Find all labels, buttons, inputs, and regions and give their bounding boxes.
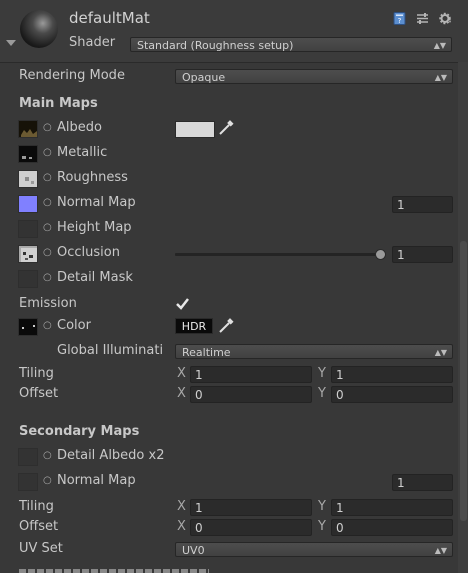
roughness-label: Roughness bbox=[57, 170, 128, 185]
occlusion-texture-slot[interactable] bbox=[18, 245, 38, 263]
material-header: defaultMat Shader Standard (Roughness se… bbox=[0, 0, 468, 63]
occlusion-texture-preview bbox=[21, 248, 37, 262]
metallic-texture-preview bbox=[22, 156, 32, 159]
secondary-tiling-x-label: X bbox=[177, 499, 186, 514]
secondary-normal-map-texture-slot[interactable] bbox=[18, 473, 38, 491]
shader-dropdown-value: Standard (Roughness setup) bbox=[137, 39, 294, 52]
rendering-mode-dropdown[interactable]: Opaque ▲▼ bbox=[175, 69, 453, 84]
emission-texture-slot[interactable] bbox=[18, 318, 38, 336]
rendering-mode-value: Opaque bbox=[182, 71, 226, 84]
global-illumination-value: Realtime bbox=[182, 346, 231, 359]
secondary-normal-map-label: Normal Map bbox=[57, 473, 136, 488]
normal-map-texture-slot[interactable] bbox=[18, 195, 38, 213]
main-tiling-label: Tiling bbox=[19, 366, 54, 381]
emission-picker-icon[interactable]: ○ bbox=[43, 320, 52, 331]
roughness-picker-icon[interactable]: ○ bbox=[43, 172, 52, 183]
help-book-icon[interactable]: ? bbox=[393, 12, 406, 25]
main-tiling-x-label: X bbox=[177, 366, 186, 381]
secondary-tiling-x-field[interactable]: 1 bbox=[190, 499, 312, 516]
secondary-tiling-y-field[interactable]: 1 bbox=[331, 499, 453, 516]
detail-mask-texture-slot[interactable] bbox=[18, 270, 38, 288]
eyedropper-icon[interactable] bbox=[218, 318, 234, 334]
dropdown-arrows-icon: ▲▼ bbox=[433, 41, 446, 50]
secondary-offset-x-label: X bbox=[177, 519, 186, 534]
albedo-texture-slot[interactable] bbox=[18, 120, 38, 138]
detail-mask-picker-icon[interactable]: ○ bbox=[43, 272, 52, 283]
secondary-tiling-y-label: Y bbox=[318, 499, 326, 514]
detail-mask-label: Detail Mask bbox=[57, 270, 133, 285]
secondary-offset-x-field[interactable]: 0 bbox=[190, 519, 312, 536]
gear-icon[interactable] bbox=[439, 12, 452, 25]
normal-map-label: Normal Map bbox=[57, 195, 136, 210]
occlusion-slider-handle[interactable] bbox=[375, 249, 386, 260]
detail-albedo-label: Detail Albedo x2 bbox=[57, 448, 165, 463]
secondary-maps-heading: Secondary Maps bbox=[19, 424, 140, 439]
emission-color-label: Color bbox=[57, 318, 91, 333]
metallic-label: Metallic bbox=[57, 145, 108, 160]
emission-hdr-color-swatch[interactable]: HDR bbox=[175, 318, 213, 334]
dropdown-arrows-icon: ▲▼ bbox=[434, 348, 447, 357]
shader-dropdown[interactable]: Standard (Roughness setup) ▲▼ bbox=[130, 37, 452, 52]
main-offset-x-label: X bbox=[177, 386, 186, 401]
dropdown-arrows-icon: ▲▼ bbox=[434, 546, 447, 555]
shader-label: Shader bbox=[69, 35, 116, 50]
uv-set-value: UV0 bbox=[182, 544, 205, 557]
secondary-normal-map-strength-field[interactable]: 1 bbox=[392, 474, 453, 491]
material-name: defaultMat bbox=[69, 9, 150, 27]
main-offset-y-field[interactable]: 0 bbox=[331, 386, 453, 403]
presets-icon[interactable] bbox=[416, 12, 429, 25]
albedo-picker-icon[interactable]: ○ bbox=[43, 122, 52, 133]
occlusion-slider-track[interactable] bbox=[175, 253, 383, 256]
main-tiling-y-label: Y bbox=[318, 366, 326, 381]
occlusion-picker-icon[interactable]: ○ bbox=[43, 247, 52, 258]
main-tiling-x-field[interactable]: 1 bbox=[190, 366, 312, 383]
metallic-texture-slot[interactable] bbox=[18, 145, 38, 163]
main-offset-label: Offset bbox=[19, 386, 59, 401]
rendering-mode-label: Rendering Mode bbox=[19, 68, 125, 83]
roughness-texture-preview bbox=[25, 177, 34, 184]
secondary-offset-y-field[interactable]: 0 bbox=[331, 519, 453, 536]
eyedropper-icon[interactable] bbox=[218, 120, 234, 136]
svg-text:?: ? bbox=[398, 17, 402, 25]
secondary-tiling-label: Tiling bbox=[19, 499, 54, 514]
detail-albedo-texture-slot[interactable] bbox=[18, 448, 38, 466]
main-maps-heading: Main Maps bbox=[19, 96, 98, 111]
normal-map-picker-icon[interactable]: ○ bbox=[43, 197, 52, 208]
checkmark-icon bbox=[176, 298, 189, 310]
scrollbar-thumb[interactable] bbox=[460, 241, 467, 521]
detail-albedo-picker-icon[interactable]: ○ bbox=[43, 450, 52, 461]
global-illumination-dropdown[interactable]: Realtime ▲▼ bbox=[175, 344, 453, 359]
uv-set-label: UV Set bbox=[19, 541, 63, 556]
normal-map-strength-field[interactable]: 1 bbox=[392, 196, 453, 213]
main-offset-x-field[interactable]: 0 bbox=[190, 386, 312, 403]
secondary-offset-y-label: Y bbox=[318, 519, 326, 534]
albedo-label: Albedo bbox=[57, 120, 102, 135]
foldout-arrow-icon[interactable] bbox=[6, 40, 16, 46]
metallic-picker-icon[interactable]: ○ bbox=[43, 147, 52, 158]
next-section-heading-partial bbox=[19, 566, 219, 573]
secondary-offset-label: Offset bbox=[19, 519, 59, 534]
height-map-label: Height Map bbox=[57, 220, 132, 235]
albedo-color-swatch[interactable] bbox=[175, 121, 215, 138]
dropdown-arrows-icon: ▲▼ bbox=[434, 73, 447, 82]
occlusion-strength-field[interactable]: 1 bbox=[392, 246, 453, 263]
occlusion-label: Occlusion bbox=[57, 245, 120, 260]
main-offset-y-label: Y bbox=[318, 386, 326, 401]
emission-texture-preview bbox=[22, 325, 35, 329]
uv-set-dropdown[interactable]: UV0 ▲▼ bbox=[175, 542, 453, 557]
main-tiling-y-field[interactable]: 1 bbox=[331, 366, 453, 383]
height-map-texture-slot[interactable] bbox=[18, 220, 38, 238]
material-preview-thumbnail[interactable] bbox=[20, 10, 58, 48]
secondary-normal-map-picker-icon[interactable]: ○ bbox=[43, 475, 52, 486]
emission-label: Emission bbox=[19, 296, 77, 311]
albedo-texture-preview bbox=[21, 129, 37, 137]
height-map-picker-icon[interactable]: ○ bbox=[43, 222, 52, 233]
global-illumination-label: Global Illuminati bbox=[57, 343, 164, 358]
roughness-texture-slot[interactable] bbox=[18, 170, 38, 188]
emission-checkbox[interactable] bbox=[175, 296, 190, 311]
